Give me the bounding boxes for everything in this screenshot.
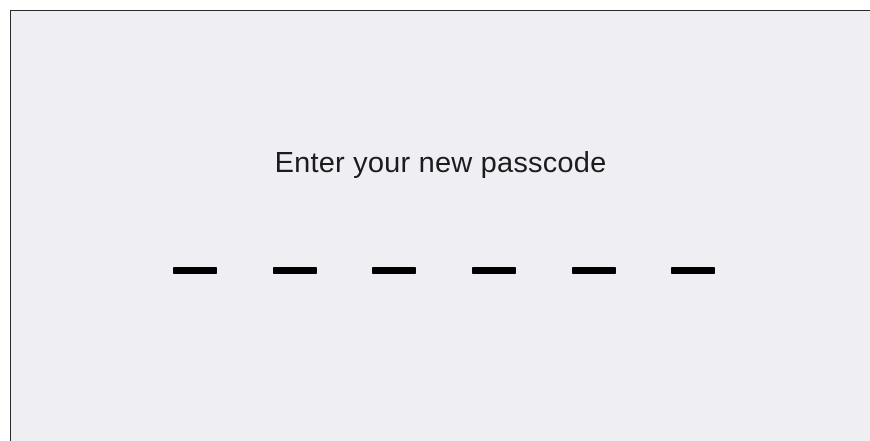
passcode-screen: Enter your new passcode <box>10 10 870 441</box>
passcode-slot-1 <box>173 267 217 274</box>
passcode-slot-4 <box>472 267 516 274</box>
passcode-slot-5 <box>572 267 616 274</box>
passcode-slot-3 <box>372 267 416 274</box>
passcode-slot-6 <box>671 267 715 274</box>
passcode-entry-field[interactable] <box>11 267 870 279</box>
passcode-slot-2 <box>273 267 317 274</box>
passcode-prompt: Enter your new passcode <box>274 147 607 179</box>
